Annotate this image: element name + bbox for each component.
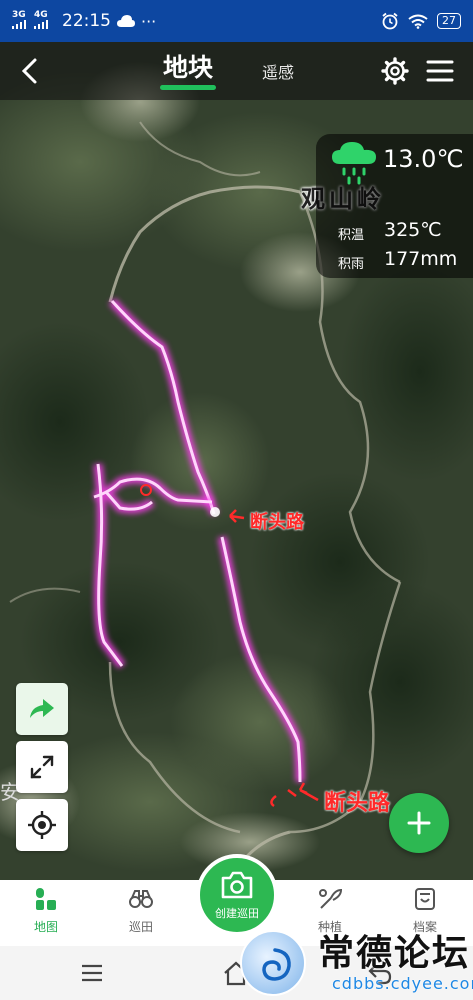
forum-watermark: 常德论坛 cdbbs.cdyee.com	[232, 918, 473, 1000]
plus-icon	[407, 811, 431, 835]
map-grid-icon	[36, 888, 56, 910]
locate-icon	[28, 811, 56, 839]
locate-me-button[interactable]	[16, 799, 68, 851]
fullscreen-button[interactable]	[16, 741, 68, 793]
planting-tool-icon	[319, 888, 343, 909]
weather-status-icon	[117, 15, 135, 27]
accumulated-rain-label: 积雨	[338, 257, 365, 272]
nav-item-label: 地图	[33, 920, 58, 934]
nav-item-map[interactable]: 地图	[16, 886, 76, 935]
status-bar: 3G 4G 22:15 ··· 27	[0, 0, 473, 42]
add-plot-button[interactable]	[389, 793, 449, 853]
tab-remote-sensing[interactable]: 遥感	[262, 59, 294, 83]
swirl-logo-icon	[262, 948, 291, 981]
tab-plots[interactable]: 地块	[152, 48, 224, 94]
nav-item-patrol[interactable]: 巡田	[111, 886, 171, 935]
forum-logo-badge	[240, 930, 306, 996]
app-header: 地块 遥感	[0, 42, 473, 100]
dead-end-annotation-2: 断头路	[324, 791, 391, 816]
nav-item-label: 巡田	[128, 920, 153, 934]
tab-plots-label: 地块	[162, 53, 213, 82]
weather-card[interactable]: 13.0℃ 积温 325℃ 积雨 177mm	[316, 134, 473, 278]
accumulated-temperature-label: 积温	[338, 228, 365, 243]
dead-end-annotation-1: 断头路	[250, 512, 304, 533]
gear-icon[interactable]	[381, 57, 409, 85]
back-icon[interactable]	[16, 56, 44, 86]
route-endpoint-marker	[210, 507, 220, 517]
wifi-icon	[408, 14, 428, 29]
camera-icon	[221, 871, 253, 899]
route-navigation-button[interactable]	[16, 683, 68, 735]
current-temperature: 13.0℃	[383, 145, 464, 173]
more-notifications-icon: ···	[141, 11, 157, 31]
menu-icon[interactable]	[426, 59, 454, 83]
forum-url: cdbbs.cdyee.com	[332, 974, 473, 993]
signal-indicator-3g: 3G	[12, 10, 28, 32]
forum-brand-name: 常德论坛	[318, 932, 471, 974]
binoculars-icon	[129, 890, 153, 908]
alarm-icon	[382, 12, 398, 30]
recent-apps-icon[interactable]	[80, 963, 104, 983]
signal-indicator-4g: 4G	[34, 10, 50, 32]
accumulated-temperature-row: 积温 325℃	[338, 219, 442, 243]
active-tab-indicator	[160, 85, 216, 90]
forward-arrow-icon	[30, 699, 54, 718]
expand-icon	[30, 755, 54, 779]
accumulated-temperature-value: 325℃	[384, 219, 442, 241]
archive-icon	[415, 888, 435, 910]
battery-icon: 27	[437, 13, 461, 29]
accumulated-rain-value: 177mm	[384, 248, 458, 270]
clock: 22:15	[62, 11, 111, 31]
rain-cloud-icon	[332, 142, 376, 185]
accumulated-rain-row: 积雨 177mm	[338, 248, 457, 272]
